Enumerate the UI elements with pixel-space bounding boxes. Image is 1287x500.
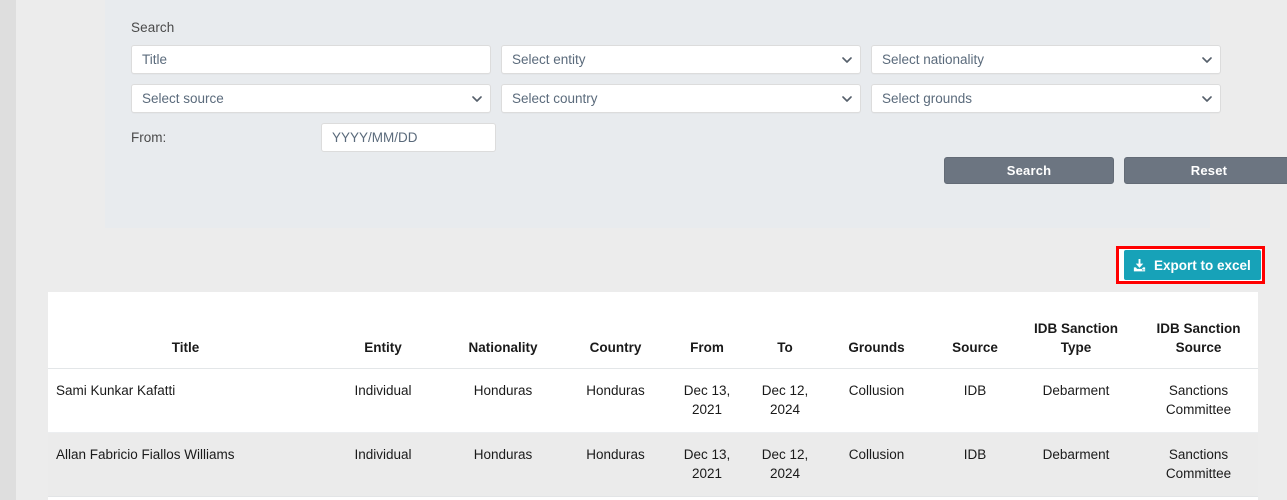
column-header-nationality[interactable]: Nationality (443, 292, 563, 369)
grounds-select[interactable]: Select grounds (871, 84, 1221, 113)
column-header-source[interactable]: Source (929, 292, 1021, 369)
chevron-down-icon (1202, 55, 1212, 64)
cell-nationality: Honduras (443, 368, 563, 433)
from-date-value: YYYY/MM/DD (332, 130, 418, 145)
source-select[interactable]: Select source (131, 84, 491, 113)
column-header-grounds[interactable]: Grounds (824, 292, 929, 369)
download-icon (1132, 258, 1147, 273)
cell-idb-sanction-source: Sanctions Committee (1131, 496, 1258, 500)
export-to-excel-label: Export to excel (1154, 257, 1251, 273)
entity-select[interactable]: Select entity (501, 45, 861, 74)
grounds-select-value: Select grounds (882, 91, 973, 106)
country-select-value: Select country (512, 91, 598, 106)
from-date-row: From: YYYY/MM/DD (131, 123, 1194, 152)
search-form-grid: Title Select entity Select nationality S… (131, 45, 1221, 113)
cell-country: Honduras (563, 368, 668, 433)
from-label: From: (131, 130, 167, 145)
chevron-down-icon (1202, 94, 1212, 103)
cell-title: Allan Fabricio Fiallos Williams (48, 432, 323, 497)
page-root: Search Title Select entity Select nation… (0, 0, 1287, 500)
search-legend: Search (131, 20, 175, 35)
column-header-entity[interactable]: Entity (323, 292, 443, 369)
chevron-down-icon (842, 94, 852, 103)
column-header-idb-sanction-type[interactable]: IDB Sanction Type (1021, 292, 1131, 369)
cell-from: Dec 13, 2021 (668, 496, 746, 500)
cell-grounds: Collusion (824, 496, 929, 500)
cell-title: Elsa Marina Rodriguez Teruel (48, 496, 323, 500)
table-body: Sami Kunkar Kafatti Individual Honduras Hon… (48, 368, 1258, 500)
cell-from: Dec 13, 2021 (668, 432, 746, 497)
cell-idb-sanction-source: Sanctions Committee (1131, 432, 1258, 497)
export-to-excel-button[interactable]: Export to excel (1124, 250, 1261, 280)
title-input-value: Title (142, 52, 168, 67)
column-header-from[interactable]: From (668, 292, 746, 369)
table-row[interactable]: Sami Kunkar Kafatti Individual Honduras Hon… (48, 368, 1258, 433)
cell-country: Honduras (563, 496, 668, 500)
chevron-down-icon (472, 94, 482, 103)
source-select-value: Select source (142, 91, 224, 106)
export-highlight-box: Export to excel (1116, 246, 1265, 284)
nationality-select[interactable]: Select nationality (871, 45, 1221, 74)
nationality-select-value: Select nationality (882, 52, 985, 67)
entity-select-value: Select entity (512, 52, 586, 67)
cell-source: IDB (929, 368, 1021, 433)
cell-idb-sanction-source: Sanctions Committee (1131, 368, 1258, 433)
from-date-input[interactable]: YYYY/MM/DD (321, 123, 496, 152)
cell-source: IDB (929, 496, 1021, 500)
table-header-row: Title Entity Nationality Country From To… (48, 292, 1258, 369)
country-select[interactable]: Select country (501, 84, 861, 113)
cell-nationality: Honduras (443, 432, 563, 497)
cell-nationality: Honduras (443, 496, 563, 500)
reset-button[interactable]: Reset (1124, 157, 1287, 184)
cell-entity: Individual (323, 368, 443, 433)
column-header-country[interactable]: Country (563, 292, 668, 369)
cell-entity: Individual (323, 496, 443, 500)
cell-idb-sanction-type: Debarment (1021, 368, 1131, 433)
cell-title: Sami Kunkar Kafatti (48, 368, 323, 433)
cell-to: Dec 12, 2024 (746, 368, 824, 433)
results-table: Title Entity Nationality Country From To… (48, 292, 1258, 500)
cell-source: IDB (929, 432, 1021, 497)
cell-idb-sanction-type: Debarment (1021, 496, 1131, 500)
cell-from: Dec 13, 2021 (668, 368, 746, 433)
chevron-down-icon (842, 55, 852, 64)
left-rail (0, 0, 16, 500)
table-row[interactable]: Elsa Marina Rodriguez TeruelIndividualHo… (48, 496, 1258, 500)
cell-to: Dec 12, 2024 (746, 432, 824, 497)
table-row[interactable]: Allan Fabricio Fiallos Williams Individua… (48, 432, 1258, 497)
column-header-to[interactable]: To (746, 292, 824, 369)
column-header-title[interactable]: Title (48, 292, 323, 369)
cell-country: Honduras (563, 432, 668, 497)
cell-entity: Individual (323, 432, 443, 497)
cell-grounds: Collusion (824, 432, 929, 497)
search-actions: Search Reset (944, 157, 1287, 184)
table-head: Title Entity Nationality Country From To… (48, 292, 1258, 369)
cell-grounds: Collusion (824, 368, 929, 433)
results-table-container: Title Entity Nationality Country From To… (48, 292, 1258, 500)
search-panel: Search Title Select entity Select nation… (105, 0, 1287, 228)
cell-idb-sanction-type: Debarment (1021, 432, 1131, 497)
search-button[interactable]: Search (944, 157, 1114, 184)
column-header-idb-sanction-source[interactable]: IDB Sanction Source (1131, 292, 1258, 369)
cell-to: Dec 12, 2024 (746, 496, 824, 500)
title-input[interactable]: Title (131, 45, 491, 74)
